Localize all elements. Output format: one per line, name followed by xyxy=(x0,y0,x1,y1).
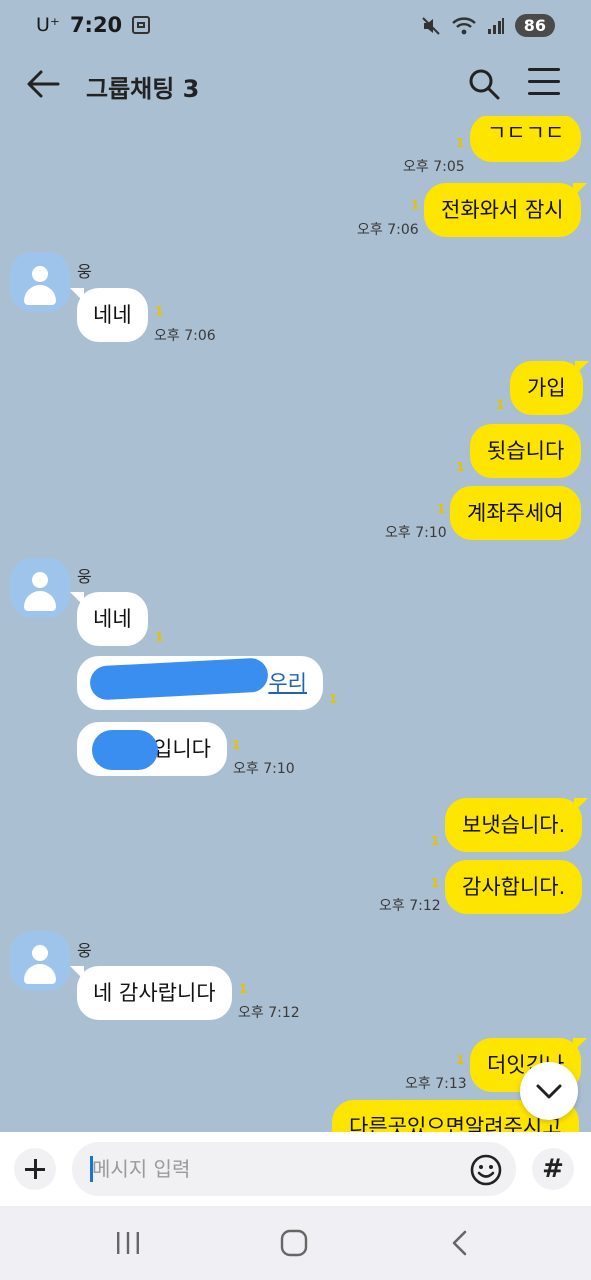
message-time: 오후 7:06 xyxy=(357,222,419,238)
message-time: 오후 7:12 xyxy=(238,1005,300,1021)
unread-count: 1 xyxy=(456,460,465,474)
chat-header: 그룹채팅 3 xyxy=(0,52,591,116)
message-text: 됫습니다 xyxy=(487,439,565,463)
message-text: ㄱㄷㄱㄷ xyxy=(487,121,565,145)
unread-count: 1 xyxy=(456,1053,465,1067)
system-navigation-bar xyxy=(0,1206,591,1280)
message-text: 네네 xyxy=(93,607,132,631)
chevron-left-icon[interactable] xyxy=(448,1229,472,1257)
message-composer: # xyxy=(0,1132,591,1206)
redaction-mark xyxy=(92,730,158,770)
clock: 7:20 xyxy=(69,13,123,37)
chat-area[interactable]: ㄱㄷㄱㄷ 1 오후 7:05 전화와서 잠시 1 오후 7:06 웅 네네 1 … xyxy=(0,116,591,1132)
message-text: 감사합니다. xyxy=(462,875,566,899)
unread-count: 1 xyxy=(431,876,440,890)
message-bubble[interactable]: 감사합니다. xyxy=(445,860,583,914)
unread-count: 1 xyxy=(431,834,440,848)
chevron-down-icon xyxy=(536,1084,562,1099)
unread-count: 1 xyxy=(155,630,164,644)
mute-icon xyxy=(422,16,440,35)
hamburger-menu-icon xyxy=(528,68,560,71)
unread-count: 1 xyxy=(411,198,420,212)
account-link[interactable]: 우리 xyxy=(268,671,307,695)
sender-name: 웅 xyxy=(77,262,92,281)
search-icon xyxy=(469,69,500,100)
message-time: 오후 7:10 xyxy=(233,761,295,777)
message-bubble[interactable]: 가입 xyxy=(510,361,589,415)
avatar[interactable] xyxy=(10,252,70,312)
unread-count: 1 xyxy=(155,304,164,318)
text-cursor xyxy=(90,1156,93,1182)
chat-title: 그룹채팅 3 xyxy=(86,75,200,103)
message-input[interactable] xyxy=(72,1142,516,1196)
message-time: 오후 7:10 xyxy=(385,525,447,541)
emoji-icon xyxy=(470,1154,502,1186)
avatar[interactable] xyxy=(10,558,70,618)
message-text: 보냇습니다. xyxy=(462,813,566,837)
message-bubble[interactable]: 보냇습니다. xyxy=(445,798,589,852)
message-bubble[interactable]: 네 감사랍니다 xyxy=(70,966,232,1020)
message-time: 오후 7:13 xyxy=(405,1076,467,1092)
unread-count: 1 xyxy=(456,136,465,150)
message-time: 오후 7:12 xyxy=(379,898,441,914)
unread-count: 1 xyxy=(329,692,338,706)
message-text: 네 감사랍니다 xyxy=(93,981,216,1005)
unread-count: 1 xyxy=(239,982,248,996)
message-bubble[interactable]: 계좌주세여 xyxy=(450,486,581,540)
sender-name: 웅 xyxy=(77,567,92,586)
carrier-label: U⁺ xyxy=(36,14,60,36)
recents-icon[interactable] xyxy=(114,1230,142,1256)
message-bubble[interactable]: 전화와서 잠시 xyxy=(424,183,587,237)
message-text: 가입 xyxy=(527,376,566,400)
hash-icon: # xyxy=(542,1154,564,1184)
message-bubble[interactable]: 네네 xyxy=(70,288,148,342)
message-time: 오후 7:05 xyxy=(403,159,465,175)
message-text: 네네 xyxy=(93,303,132,327)
emoji-button[interactable] xyxy=(468,1152,504,1188)
message-text: 계좌주세여 xyxy=(467,501,564,525)
scroll-to-bottom-button[interactable] xyxy=(520,1062,578,1120)
back-button[interactable] xyxy=(24,66,64,102)
message-bubble[interactable]: 됫습니다 xyxy=(470,424,582,478)
signal-icon xyxy=(487,17,504,34)
message-bubble[interactable]: 네네 xyxy=(70,592,148,646)
status-bar: U⁺ 7:20 86 xyxy=(0,0,591,52)
message-time: 오후 7:06 xyxy=(154,328,216,344)
sender-name: 웅 xyxy=(77,941,92,960)
menu-button[interactable] xyxy=(528,68,562,98)
screenshot-icon xyxy=(132,16,151,34)
home-icon[interactable] xyxy=(280,1229,308,1257)
attach-button[interactable] xyxy=(14,1148,56,1190)
message-text: 전화와서 잠시 xyxy=(441,198,564,222)
hash-button[interactable]: # xyxy=(532,1148,574,1190)
unread-count: 1 xyxy=(232,738,241,752)
wifi-icon xyxy=(451,16,476,34)
message-bubble[interactable]: ㄱㄷㄱㄷ xyxy=(470,116,582,162)
battery-indicator: 86 xyxy=(514,14,555,37)
unread-count: 1 xyxy=(496,398,505,412)
search-button[interactable] xyxy=(466,66,502,102)
arrow-left-icon xyxy=(27,70,60,98)
message-text: 입니다 xyxy=(153,737,211,761)
unread-count: 1 xyxy=(437,502,446,516)
avatar[interactable] xyxy=(10,931,70,991)
